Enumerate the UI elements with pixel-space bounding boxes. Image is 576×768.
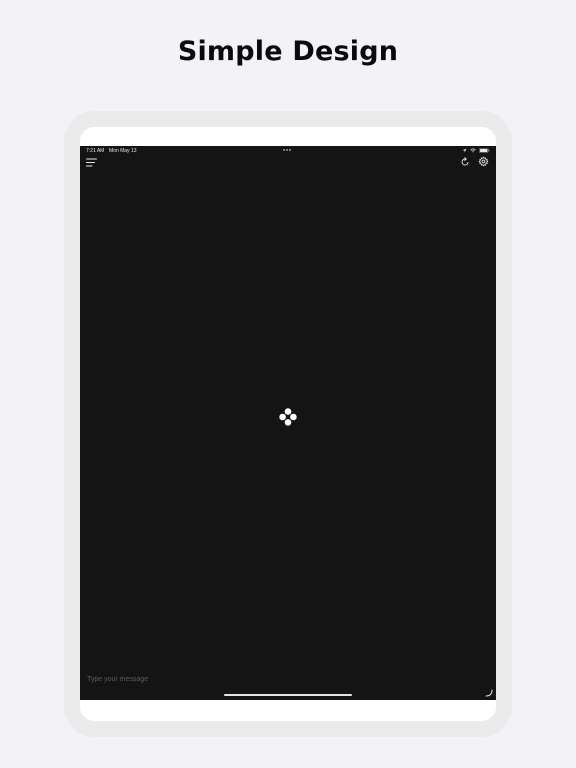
resize-handle-button[interactable] <box>484 688 493 697</box>
marketing-page: Simple Design 7:21 AM Mon May 13 <box>0 0 576 768</box>
status-bar: 7:21 AM Mon May 13 <box>80 146 496 156</box>
status-date: Mon May 13 <box>109 148 137 154</box>
app-screen: 7:21 AM Mon May 13 <box>80 146 496 700</box>
tablet-frame: 7:21 AM Mon May 13 <box>64 111 512 737</box>
four-dot-logo-icon <box>279 408 297 426</box>
battery-icon <box>479 148 490 153</box>
tablet-bezel: 7:21 AM Mon May 13 <box>80 127 496 721</box>
status-time: 7:21 AM <box>86 148 105 154</box>
multitasking-dots-icon[interactable] <box>283 149 291 151</box>
message-input[interactable] <box>85 673 449 685</box>
refresh-button[interactable] <box>458 155 471 168</box>
gear-icon <box>478 156 489 167</box>
settings-button[interactable] <box>477 155 490 168</box>
status-indicators <box>462 148 490 153</box>
wifi-icon <box>470 148 476 153</box>
resize-handle-icon <box>485 689 492 696</box>
headline: Simple Design <box>177 36 399 67</box>
refresh-icon <box>461 156 468 165</box>
location-arrow-icon <box>462 148 467 153</box>
menu-button[interactable] <box>85 156 97 168</box>
menu-icon <box>85 158 97 166</box>
home-indicator[interactable] <box>224 694 352 696</box>
